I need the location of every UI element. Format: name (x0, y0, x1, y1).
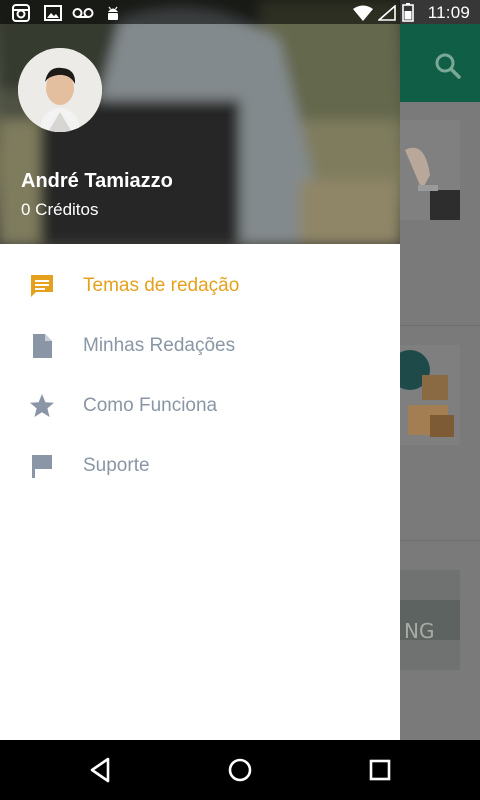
navigation-bar (0, 740, 480, 800)
content-card-image[interactable]: NG (400, 570, 460, 670)
drawer-header: André Tamiazzo 0 Créditos (0, 0, 400, 244)
comment-icon (31, 275, 53, 297)
status-bar: 11:09 (0, 0, 480, 24)
status-time: 11:09 (427, 3, 470, 22)
menu-item-suporte[interactable]: Suporte (0, 436, 400, 496)
wifi-icon (353, 5, 373, 21)
card-divider (400, 325, 480, 326)
instagram-icon (12, 4, 30, 22)
recents-icon[interactable] (360, 754, 400, 786)
home-icon[interactable] (220, 754, 260, 786)
search-icon (435, 53, 461, 79)
menu-item-label: Suporte (83, 455, 150, 476)
star-icon (30, 394, 54, 417)
content-card-image[interactable] (400, 120, 460, 220)
search-button[interactable] (430, 48, 466, 84)
menu-item-minhas-redacoes[interactable]: Minhas Redações (0, 316, 400, 376)
card-divider (400, 540, 480, 541)
battery-icon (402, 3, 414, 22)
voicemail-icon (72, 8, 94, 18)
user-credits: 0 Créditos (21, 200, 99, 219)
menu-item-como-funciona[interactable]: Como Funciona (0, 376, 400, 436)
image-icon (44, 5, 62, 21)
user-name: André Tamiazzo (21, 170, 173, 192)
navigation-drawer: André Tamiazzo 0 Créditos Temas de redaç… (0, 0, 400, 740)
menu-item-label: Como Funciona (83, 395, 218, 416)
menu-item-temas-de-redacao[interactable]: Temas de redação (0, 256, 400, 316)
android-icon (108, 6, 118, 20)
signal-icon (378, 5, 396, 21)
document-icon (33, 334, 52, 358)
back-icon[interactable] (80, 754, 120, 786)
menu-item-label: Temas de redação (83, 275, 240, 296)
flag-icon (32, 455, 52, 478)
content-card-image[interactable] (400, 345, 460, 445)
avatar[interactable] (18, 48, 102, 132)
svg-text:NG: NG (404, 619, 434, 643)
menu-item-label: Minhas Redações (83, 335, 236, 356)
